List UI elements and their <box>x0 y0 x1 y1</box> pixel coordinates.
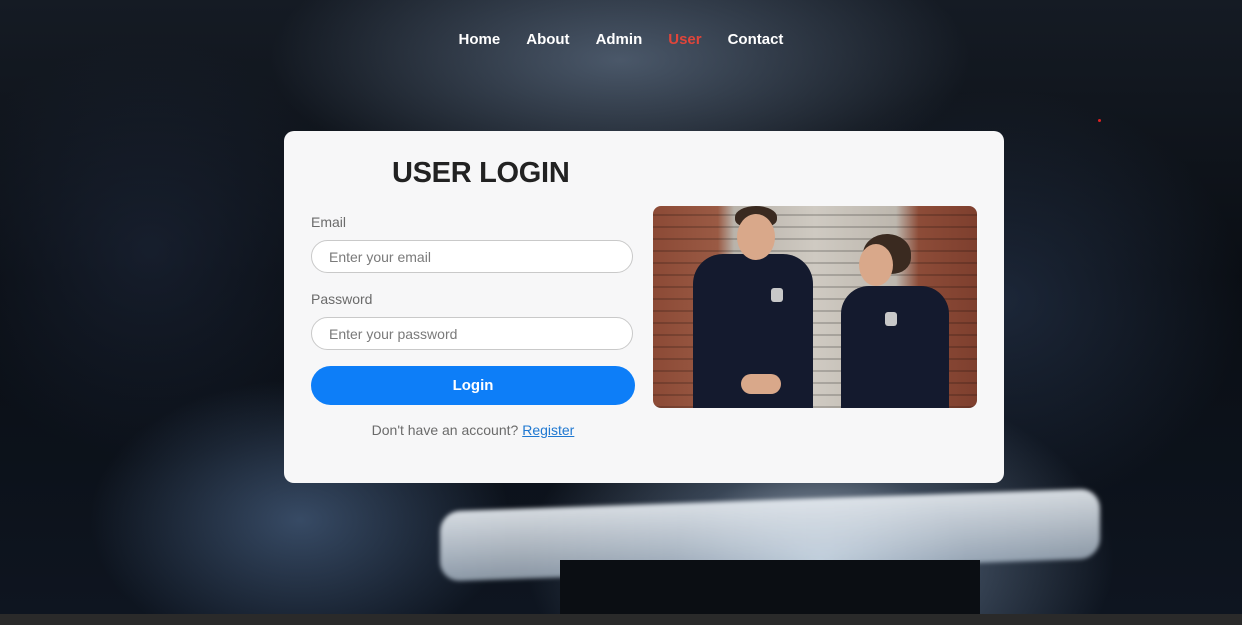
decorative-dot <box>1098 119 1101 122</box>
email-field[interactable] <box>311 240 633 273</box>
login-title: USER LOGIN <box>392 157 570 189</box>
email-label: Email <box>311 214 347 230</box>
officer-face <box>859 244 893 286</box>
nav-user-link[interactable]: User <box>668 31 701 49</box>
officer-face <box>737 214 775 260</box>
register-link[interactable]: Register <box>522 422 574 438</box>
nav-about-link[interactable]: About <box>526 31 569 49</box>
officers-photo <box>653 206 977 408</box>
no-account-text: Don't have an account? <box>371 422 519 438</box>
login-card: USER LOGIN Email Password Login Don't ha… <box>284 131 1004 483</box>
nav-home-link[interactable]: Home <box>459 31 501 49</box>
badge-icon <box>771 288 783 302</box>
register-prompt: Don't have an account? Register <box>311 422 635 438</box>
officer-hands <box>741 374 781 394</box>
officer-figure <box>841 286 949 408</box>
background-shadow <box>560 560 980 614</box>
login-button[interactable]: Login <box>311 366 635 405</box>
nav-contact-link[interactable]: Contact <box>728 31 784 49</box>
badge-icon <box>885 312 897 326</box>
password-field[interactable] <box>311 317 633 350</box>
password-label: Password <box>311 291 373 307</box>
top-nav: Home About Admin User Contact <box>0 31 1242 49</box>
nav-admin-link[interactable]: Admin <box>596 31 643 49</box>
footer-bar <box>0 614 1242 625</box>
